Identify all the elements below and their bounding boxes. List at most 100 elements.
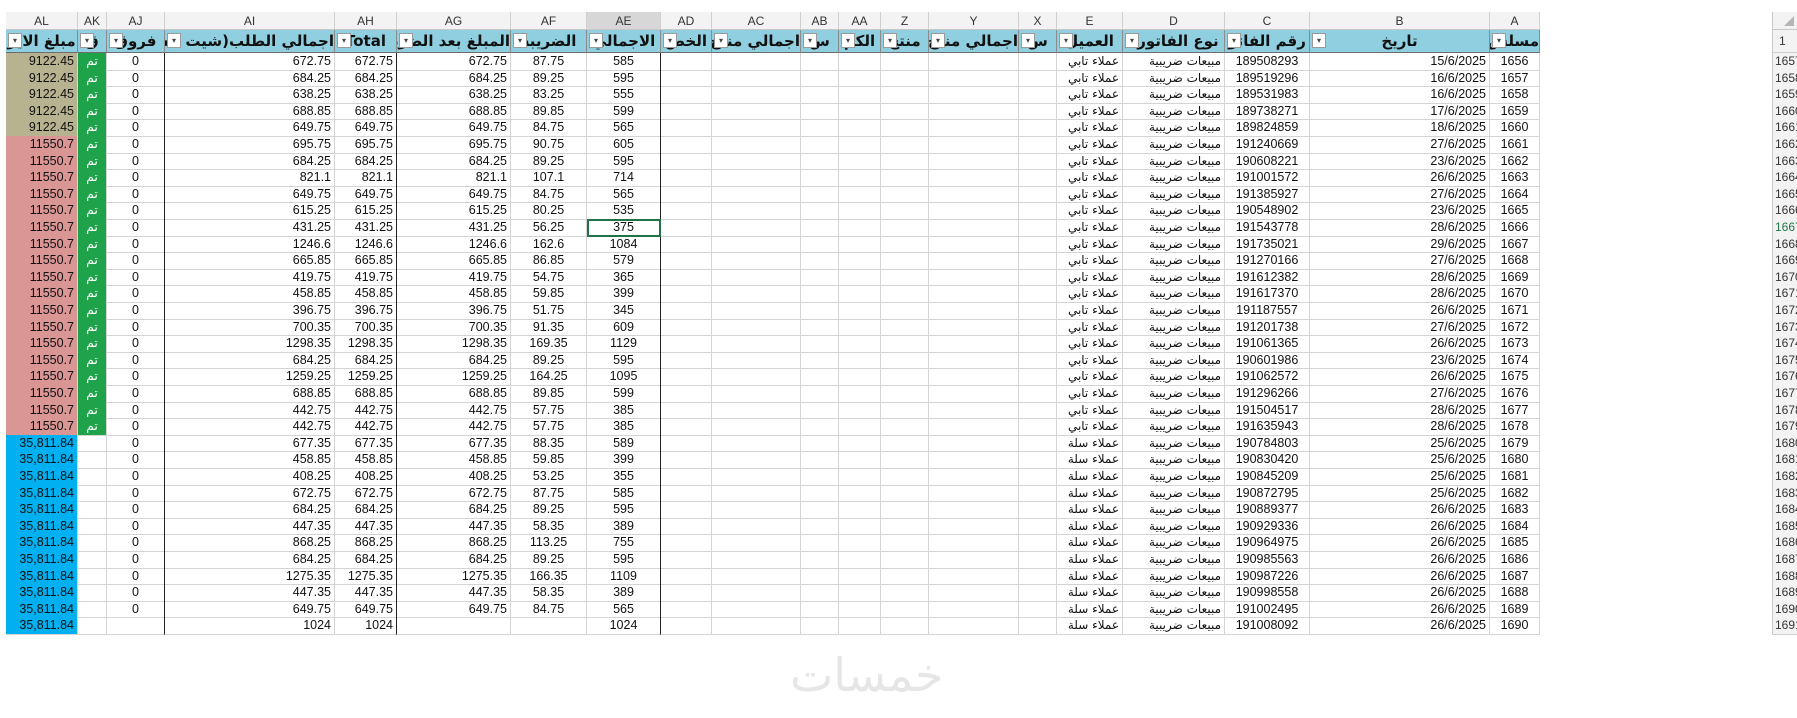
cell-af[interactable]: 57.75 (511, 401, 587, 420)
cell-b[interactable]: 23/6/2025 (1310, 152, 1490, 171)
cell-e[interactable]: عملاء تابي (1057, 235, 1123, 254)
cell-ai[interactable]: 684.25 (165, 152, 335, 171)
cell-ae[interactable]: 365 (587, 268, 661, 287)
cell-ak[interactable]: تم (78, 285, 107, 303)
cell-ah[interactable]: 684.25 (335, 501, 397, 519)
cell-ak[interactable] (78, 484, 107, 503)
cell-b[interactable]: 28/6/2025 (1310, 219, 1490, 237)
cell-ac[interactable] (712, 401, 801, 420)
header-cell-z[interactable]: منتج ▾ (881, 30, 929, 53)
cell-ak[interactable]: تم (78, 185, 107, 204)
cell-ab[interactable] (801, 451, 839, 469)
cell-b[interactable]: 26/6/2025 (1310, 302, 1490, 320)
cell-ak[interactable] (78, 584, 107, 602)
cell-aa[interactable] (839, 318, 881, 337)
cell-ai[interactable]: 688.85 (165, 102, 335, 121)
cell-x[interactable] (1019, 53, 1057, 71)
cell-ah[interactable]: 665.85 (335, 252, 397, 270)
cell-ab[interactable] (801, 501, 839, 519)
cell-c[interactable]: 190889377 (1225, 501, 1310, 519)
cell-y[interactable] (929, 468, 1019, 486)
cell-aa[interactable] (839, 368, 881, 386)
cell-aa[interactable] (839, 152, 881, 171)
cell-ag[interactable]: 1298.35 (397, 335, 511, 353)
cell-ak[interactable]: تم (78, 385, 107, 403)
column-header-ak[interactable]: AK (78, 12, 107, 30)
cell-ac[interactable] (712, 318, 801, 337)
cell-a[interactable]: 1684 (1490, 517, 1540, 536)
cell-b[interactable]: 23/6/2025 (1310, 351, 1490, 370)
cell-ak[interactable]: تم (78, 335, 107, 353)
cell-ak[interactable]: تم (78, 302, 107, 320)
cell-ab[interactable] (801, 152, 839, 171)
cell-af[interactable]: 89.25 (511, 551, 587, 569)
cell-ai[interactable]: 442.75 (165, 401, 335, 420)
cell-a[interactable]: 1678 (1490, 418, 1540, 436)
cell-x[interactable] (1019, 434, 1057, 453)
column-header-af[interactable]: AF (511, 12, 587, 30)
cell-a[interactable]: 1681 (1490, 468, 1540, 486)
row-header[interactable]: 1681 (1772, 451, 1797, 469)
cell-a[interactable]: 1666 (1490, 219, 1540, 237)
cell-a[interactable]: 1657 (1490, 69, 1540, 88)
cell-y[interactable] (929, 136, 1019, 154)
cell-ab[interactable] (801, 136, 839, 154)
cell-x[interactable] (1019, 517, 1057, 536)
cell-x[interactable] (1019, 318, 1057, 337)
cell-b[interactable]: 28/6/2025 (1310, 268, 1490, 287)
cell-x[interactable] (1019, 368, 1057, 386)
cell-ae[interactable]: 345 (587, 302, 661, 320)
cell-ab[interactable] (801, 119, 839, 137)
cell-c[interactable]: 191062572 (1225, 368, 1310, 386)
cell-a[interactable]: 1682 (1490, 484, 1540, 503)
cell-z[interactable] (881, 285, 929, 303)
cell-y[interactable] (929, 617, 1019, 635)
cell-aa[interactable] (839, 335, 881, 353)
cell-e[interactable]: عملاء تابي (1057, 86, 1123, 104)
cell-af[interactable]: 88.35 (511, 434, 587, 453)
cell-al[interactable]: 35,811.84 (6, 534, 78, 552)
cell-b[interactable]: 26/6/2025 (1310, 335, 1490, 353)
cell-e[interactable]: عملاء تابي (1057, 102, 1123, 121)
cell-ac[interactable] (712, 235, 801, 254)
cell-ae[interactable]: 399 (587, 451, 661, 469)
filter-dropdown-af[interactable]: ▾ (513, 33, 527, 48)
cell-af[interactable]: 107.1 (511, 169, 587, 187)
cell-ag[interactable]: 458.85 (397, 451, 511, 469)
cell-aj[interactable]: 0 (107, 252, 165, 270)
cell-ad[interactable] (661, 418, 712, 436)
cell-b[interactable]: 27/6/2025 (1310, 318, 1490, 337)
cell-ad[interactable] (661, 584, 712, 602)
cell-c[interactable]: 191008092 (1225, 617, 1310, 635)
cell-z[interactable] (881, 600, 929, 619)
cell-ai[interactable]: 1246.6 (165, 235, 335, 254)
cell-aj[interactable] (107, 617, 165, 635)
cell-ad[interactable] (661, 169, 712, 187)
cell-af[interactable]: 164.25 (511, 368, 587, 386)
cell-al[interactable]: 35,811.84 (6, 468, 78, 486)
cell-ab[interactable] (801, 318, 839, 337)
cell-x[interactable] (1019, 584, 1057, 602)
cell-ab[interactable] (801, 401, 839, 420)
header-cell-x[interactable]: س ▾ (1019, 30, 1057, 53)
column-header-al[interactable]: AL (6, 12, 78, 30)
cell-aj[interactable]: 0 (107, 451, 165, 469)
row-header[interactable]: 1659 (1772, 86, 1797, 104)
cell-al[interactable]: 35,811.84 (6, 551, 78, 569)
cell-al[interactable]: 35,811.84 (6, 484, 78, 503)
cell-aa[interactable] (839, 468, 881, 486)
cell-z[interactable] (881, 252, 929, 270)
cell-ad[interactable] (661, 268, 712, 287)
cell-af[interactable]: 162.6 (511, 235, 587, 254)
cell-b[interactable]: 15/6/2025 (1310, 53, 1490, 71)
cell-c[interactable]: 190548902 (1225, 202, 1310, 220)
cell-ak[interactable] (78, 551, 107, 569)
cell-c[interactable]: 190830420 (1225, 451, 1310, 469)
cell-x[interactable] (1019, 119, 1057, 137)
cell-e[interactable]: عملاء تابي (1057, 302, 1123, 320)
cell-ab[interactable] (801, 584, 839, 602)
cell-b[interactable]: 28/6/2025 (1310, 285, 1490, 303)
cell-ab[interactable] (801, 335, 839, 353)
cell-e[interactable]: عملاء تابي (1057, 185, 1123, 204)
cell-e[interactable]: عملاء تابي (1057, 119, 1123, 137)
